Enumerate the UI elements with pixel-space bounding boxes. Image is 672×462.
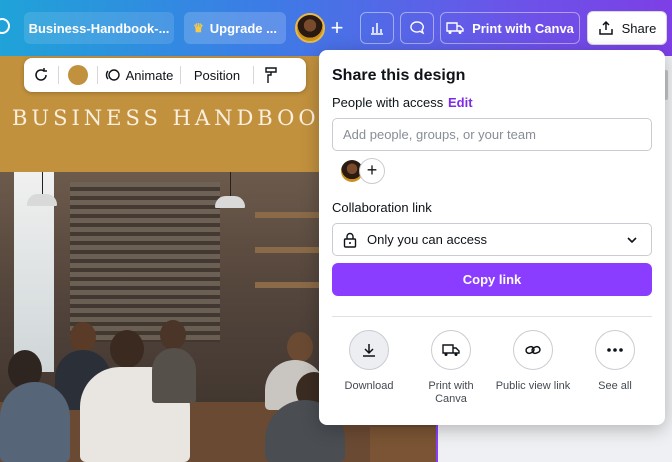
person-head [70, 322, 96, 352]
print-label: Print with Canva [472, 20, 574, 36]
see-all-action[interactable]: See all [573, 330, 657, 393]
truck-icon[interactable] [431, 330, 471, 370]
document-title[interactable]: Business-Handbook-... [24, 12, 174, 44]
chevron-down-icon [627, 237, 637, 244]
window-blinds [70, 182, 220, 342]
print-with-canva-action[interactable]: Print with Canva [409, 330, 493, 406]
person-head [160, 320, 186, 350]
bar-chart-icon [371, 23, 383, 35]
animate-label: Animate [125, 67, 174, 83]
replace-button[interactable] [24, 58, 58, 92]
share-label: Share [621, 20, 657, 36]
person [0, 382, 70, 462]
link-access-select[interactable]: Only you can access [332, 223, 652, 256]
share-upload-icon [598, 20, 613, 35]
download-label: Download [344, 380, 394, 392]
insights-button[interactable] [360, 12, 394, 44]
truck-icon [446, 22, 464, 34]
download-action[interactable]: Download [327, 330, 411, 393]
paint-roller-icon [265, 67, 277, 83]
add-collaborator-icon[interactable]: + [326, 14, 348, 42]
chair [370, 427, 436, 462]
pendant-lamp [215, 196, 245, 208]
person [152, 348, 196, 403]
share-button[interactable]: Share [587, 11, 667, 45]
lock-icon [343, 232, 357, 248]
position-button[interactable]: Position [181, 58, 253, 92]
color-swatch [68, 65, 88, 85]
position-label: Position [193, 67, 241, 83]
link-icon[interactable] [513, 330, 553, 370]
add-people-input[interactable] [332, 118, 652, 151]
refresh-icon [35, 68, 47, 81]
upgrade-button[interactable]: ♛ Upgrade ... [184, 12, 286, 44]
top-bar: Business-Handbook-... ♛ Upgrade ... + Pr… [0, 0, 672, 56]
person-head [287, 332, 313, 362]
animate-button[interactable]: Animate [98, 58, 180, 92]
comments-button[interactable] [400, 12, 434, 44]
people-with-access-label: People with access [332, 95, 444, 110]
divider [332, 316, 652, 317]
copy-link-label: Copy link [462, 272, 522, 287]
color-button[interactable] [59, 58, 97, 92]
public-view-link-action[interactable]: Public view link [491, 330, 575, 393]
edit-access-link[interactable]: Edit [448, 95, 473, 110]
banner-title[interactable]: BUSINESS HANDBOOK [12, 106, 339, 130]
collaboration-link-label: Collaboration link [332, 200, 432, 215]
public-view-link-label: Public view link [495, 380, 571, 392]
panel-title: Share this design [332, 67, 466, 84]
comment-icon [410, 21, 425, 35]
print-with-canva-label: Print with Canva [428, 380, 474, 405]
see-all-label: See all [598, 380, 632, 392]
upgrade-label: Upgrade ... [209, 20, 277, 36]
copy-style-button[interactable] [254, 58, 288, 92]
download-icon[interactable] [349, 330, 389, 370]
add-person-icon[interactable]: + [359, 158, 385, 184]
avatar[interactable] [295, 13, 325, 43]
crown-icon: ♛ [193, 21, 204, 35]
more-icon[interactable] [595, 330, 635, 370]
pendant-lamp [27, 194, 57, 206]
lamp-cord [42, 172, 43, 194]
print-with-canva-button[interactable]: Print with Canva [440, 12, 580, 44]
copy-link-button[interactable]: Copy link [332, 263, 652, 296]
link-access-value: Only you can access [367, 232, 487, 247]
lamp-cord [230, 172, 231, 196]
context-toolbar: Animate Position [24, 58, 306, 92]
person-head [110, 330, 144, 368]
share-panel: Share this design People with access Edi… [319, 50, 665, 425]
animate-icon [105, 69, 120, 81]
document-title-text: Business-Handbook-... [28, 20, 170, 36]
cloud-sync-icon[interactable] [0, 18, 10, 34]
